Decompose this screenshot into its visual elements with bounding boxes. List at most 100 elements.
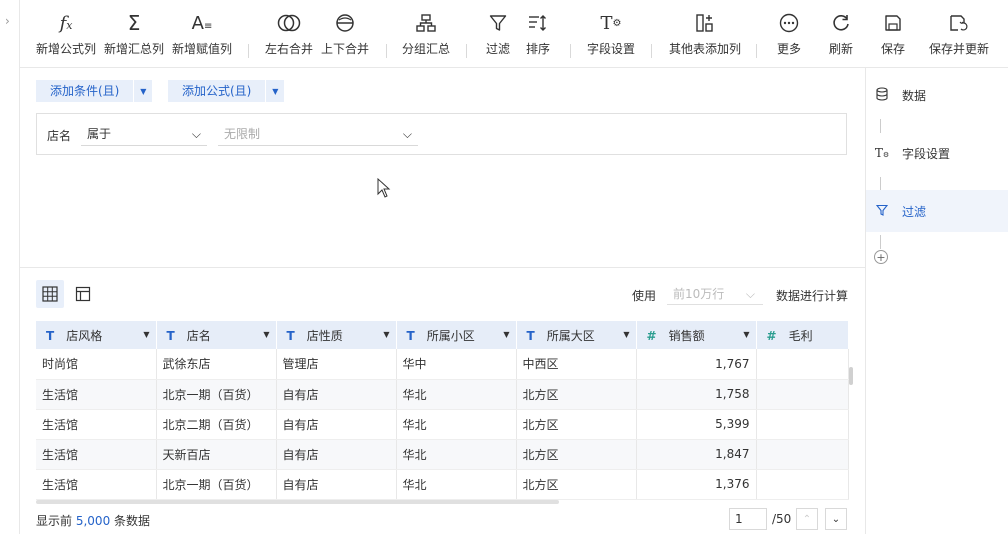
- column-header-label: 所属小区: [426, 328, 475, 343]
- add-condition-split-button: 添加条件(且) ▼: [36, 80, 153, 102]
- steps-sidebar: 数据 T⚙ 字段设置 过滤 +: [865, 68, 1008, 534]
- refresh-icon: [831, 10, 851, 36]
- add-formula-button[interactable]: 添加公式(且): [168, 80, 266, 102]
- sigma-icon: Σ: [127, 11, 141, 35]
- table-row: 生活馆 北京二期（百货） 自有店 华北 北方区 5,399: [36, 409, 849, 440]
- text-settings-icon: T⚙: [874, 146, 890, 160]
- sort-button[interactable]: 排序: [526, 10, 550, 57]
- column-header[interactable]: T 店名 ▼: [156, 321, 277, 349]
- refresh-button[interactable]: 刷新: [829, 10, 853, 57]
- dropdown-icon[interactable]: ▼: [143, 330, 149, 339]
- row-count-prefix: 显示前: [36, 514, 73, 528]
- operator-value: 属于: [87, 127, 112, 141]
- table-cell: 管理店: [276, 349, 397, 380]
- column-header[interactable]: T 所属小区 ▼: [396, 321, 517, 349]
- table-cell: [756, 439, 849, 470]
- table-cell: 北京二期（百货）: [156, 409, 277, 440]
- dropdown-icon[interactable]: ▼: [383, 330, 389, 339]
- table-row: 生活馆 天新百店 自有店 华北 北方区 1,847: [36, 439, 849, 470]
- table-cell: 北方区: [516, 409, 637, 440]
- column-header-label: 销售额: [668, 328, 705, 343]
- table-cell: 北方区: [516, 379, 637, 410]
- page-number-input[interactable]: 1: [729, 508, 767, 530]
- page-up-button[interactable]: ⌃: [796, 508, 818, 530]
- grid-view-icon[interactable]: [36, 280, 64, 308]
- add-from-other-table-button[interactable]: 其他表添加列: [669, 10, 741, 57]
- filter-icon: [874, 204, 890, 219]
- row-count-value: 5,000: [75, 514, 111, 528]
- column-header[interactable]: T 所属大区 ▼: [516, 321, 637, 349]
- table-cell: 自有店: [276, 469, 397, 500]
- stack-merge-icon: [335, 10, 355, 36]
- condition-row: 店名 属于 ⌵ 无限制 ⌵: [36, 113, 847, 155]
- text-type-icon: T: [286, 328, 295, 343]
- horizontal-scrollbar[interactable]: [36, 500, 559, 504]
- dropdown-icon[interactable]: ▼: [263, 330, 269, 339]
- add-from-other-table-label: 其他表添加列: [669, 42, 742, 56]
- table-cell: [756, 409, 849, 440]
- step-connector: [880, 235, 881, 249]
- layout-view-icon[interactable]: [69, 280, 97, 308]
- column-header[interactable]: # 毛利: [756, 321, 849, 349]
- step-filter[interactable]: 过滤: [866, 190, 1008, 232]
- add-formula-split-button: 添加公式(且) ▼: [168, 80, 285, 102]
- table-cell: [756, 349, 849, 380]
- add-condition-dropdown-icon[interactable]: ▼: [134, 80, 153, 102]
- table-cell: 1,376: [636, 469, 757, 500]
- data-table: T 店风格 ▼ T 店名 ▼ T 店性质 ▼ T 所属小区 ▼ T 所属大区 ▼ # 销售额 ▼ # 毛利…: [36, 321, 849, 500]
- separator: [570, 44, 571, 58]
- row-limit-select[interactable]: 前10万行 ⌵: [667, 283, 763, 305]
- table-cell: 5,399: [636, 409, 757, 440]
- dropdown-icon[interactable]: ▼: [503, 330, 509, 339]
- value-select[interactable]: 无限制 ⌵: [218, 122, 418, 146]
- column-header[interactable]: # 销售额 ▼: [636, 321, 757, 349]
- new-assign-column-label: 新增赋值列: [172, 42, 233, 56]
- refresh-label: 刷新: [829, 42, 854, 56]
- filter-button[interactable]: 过滤: [486, 10, 510, 57]
- add-condition-button[interactable]: 添加条件(且): [36, 80, 134, 102]
- new-assign-column-button[interactable]: A≡ 新增赋值列: [172, 10, 232, 57]
- table-cell: 天新百店: [156, 439, 277, 470]
- expand-chevron-icon[interactable]: ›: [5, 14, 10, 28]
- column-header-label: 所属大区: [546, 328, 595, 343]
- table-cell: 华北: [396, 409, 517, 440]
- table-cell: 自有店: [276, 409, 397, 440]
- table-cell: 北方区: [516, 439, 637, 470]
- save-and-update-button[interactable]: 保存并更新: [929, 10, 989, 57]
- operator-select[interactable]: 属于 ⌵: [81, 122, 207, 146]
- dropdown-icon[interactable]: ▼: [743, 330, 749, 339]
- dropdown-icon[interactable]: ▼: [623, 330, 629, 339]
- add-step-icon[interactable]: +: [874, 250, 888, 264]
- use-label: 使用: [632, 289, 657, 303]
- toolbar: fx 新增公式列 Σ 新增汇总列 A≡ 新增赋值列 左右合并 上下合并 分组汇总…: [20, 0, 1008, 68]
- save-and-update-label: 保存并更新: [929, 42, 990, 56]
- row-limit-value: 前10万行: [673, 287, 725, 301]
- new-summary-column-label: 新增汇总列: [104, 42, 165, 56]
- page-down-button[interactable]: ⌄: [825, 508, 847, 530]
- step-field-settings[interactable]: T⚙ 字段设置: [866, 132, 1008, 174]
- database-icon: [874, 86, 890, 104]
- group-summary-button[interactable]: 分组汇总: [402, 10, 450, 57]
- more-button[interactable]: 更多: [777, 10, 801, 57]
- merge-top-bottom-button[interactable]: 上下合并: [321, 10, 369, 57]
- number-type-icon: #: [646, 328, 657, 343]
- merge-left-right-button[interactable]: 左右合并: [265, 10, 313, 57]
- left-gutter: ›: [0, 0, 20, 534]
- new-summary-column-button[interactable]: Σ 新增汇总列: [104, 10, 164, 57]
- number-type-icon: #: [766, 328, 777, 343]
- column-header[interactable]: T 店性质 ▼: [276, 321, 397, 349]
- table-cell: 生活馆: [36, 469, 157, 500]
- new-formula-column-button[interactable]: fx 新增公式列: [36, 10, 96, 57]
- column-header[interactable]: T 店风格 ▼: [36, 321, 157, 349]
- field-settings-button[interactable]: T ⚙ 字段设置: [587, 10, 635, 57]
- column-header-label: 店风格: [66, 328, 103, 343]
- venn-icon: [277, 10, 301, 36]
- merge-left-right-label: 左右合并: [265, 42, 314, 56]
- formula-icon: fx: [59, 12, 73, 34]
- table-cell: 中西区: [516, 349, 637, 380]
- step-data[interactable]: 数据: [866, 74, 1008, 116]
- save-button[interactable]: 保存: [881, 10, 905, 57]
- add-formula-dropdown-icon[interactable]: ▼: [266, 80, 285, 102]
- vertical-scrollbar[interactable]: [849, 367, 853, 385]
- separator: [651, 44, 652, 58]
